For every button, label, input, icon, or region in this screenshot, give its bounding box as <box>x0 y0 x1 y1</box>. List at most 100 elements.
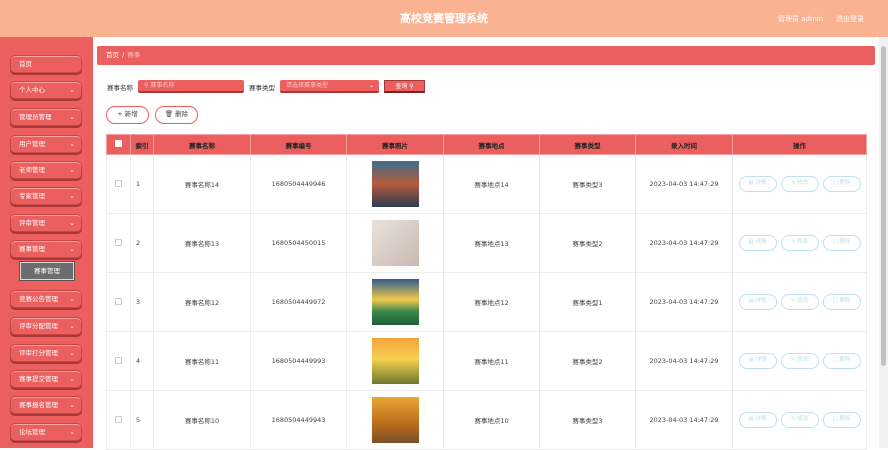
detail-button[interactable]: ▤ 详情 <box>738 353 777 369</box>
app-title: 高校竞赛管理系统 <box>400 12 488 25</box>
sidebar-item[interactable]: 首页 <box>10 55 82 73</box>
row-place: 赛事地点13 <box>443 213 540 273</box>
row-checkbox[interactable] <box>115 179 122 187</box>
search-icon: ⚲ <box>144 82 149 89</box>
row-time: 2023-04-03 14:47:29 <box>635 213 733 273</box>
sidebar-item-label: 个人中心 <box>19 86 45 94</box>
search-icon: ⚲ <box>409 83 414 90</box>
breadcrumb-separator: / <box>122 51 125 59</box>
edit-button[interactable]: ✎ 修改 <box>780 412 819 428</box>
add-button[interactable]: + 新增 <box>106 106 149 124</box>
detail-button[interactable]: ▤ 详情 <box>738 412 777 428</box>
sidebar-item[interactable]: 论坛管理 ⌄ <box>10 423 82 441</box>
edit-button[interactable]: ✎ 修改 <box>780 235 819 251</box>
row-photo-cell <box>346 272 444 332</box>
sidebar-item[interactable]: 老师管理 ⌄ <box>10 161 82 179</box>
scrollbar-thumb[interactable] <box>881 46 886 366</box>
delete-button[interactable]: □ 删除 <box>822 412 861 428</box>
row-type: 赛事类型1 <box>539 272 636 332</box>
row-index: 3 <box>130 272 154 332</box>
select-all-cell[interactable] <box>106 134 131 155</box>
row-actions: ▤ 详情 ✎ 修改 □ 删除 <box>732 331 867 391</box>
sidebar-item[interactable]: 赛事报名管理 ⌄ <box>10 396 82 414</box>
row-place: 赛事地点14 <box>443 154 540 214</box>
sidebar-item-label: 评审管理 <box>19 219 45 227</box>
breadcrumb-home[interactable]: 首页 <box>106 51 119 59</box>
row-name: 赛事名称14 <box>153 154 251 214</box>
sidebar-item-label: 论坛管理 <box>19 428 45 436</box>
row-place: 赛事地点10 <box>443 390 540 450</box>
event-photo[interactable] <box>371 338 419 384</box>
sidebar-item-label: 评审分配管理 <box>19 322 58 330</box>
delete-label: 删除 <box>839 180 851 186</box>
sidebar-item[interactable]: 管理员管理 ⌄ <box>10 108 82 126</box>
row-checkbox[interactable] <box>115 297 122 305</box>
top-bar: 高校竞赛管理系统 管理员 admin 退出登录 <box>0 0 888 37</box>
header-time[interactable]: 录入时间 <box>635 134 733 155</box>
row-checkbox[interactable] <box>115 415 122 423</box>
row-select-cell[interactable] <box>106 390 131 450</box>
table-row: 1 赛事名称14 1680504449946 赛事地点14 赛事类型3 2023-04-0… <box>106 154 867 214</box>
logout-link[interactable]: 退出登录 <box>836 14 864 24</box>
row-checkbox[interactable] <box>115 356 122 364</box>
delete-button[interactable]: □ 删除 <box>822 235 861 251</box>
table-row: 5 赛事名称10 1680504449943 赛事地点10 赛事类型3 2023-04-0… <box>106 390 867 450</box>
delete-label: 删除 <box>175 110 189 118</box>
detail-button[interactable]: ▤ 详情 <box>738 235 777 251</box>
edit-label: 修改 <box>797 239 809 245</box>
sidebar-item[interactable]: 个人中心 ⌄ <box>10 81 82 99</box>
edit-button[interactable]: ✎ 修改 <box>780 353 819 369</box>
delete-button[interactable]: □ 删除 <box>822 353 861 369</box>
query-label: 查询 <box>395 83 408 90</box>
row-code: 1680504449946 <box>250 154 347 214</box>
delete-button[interactable]: □ 删除 <box>822 294 861 310</box>
row-actions: ▤ 详情 ✎ 修改 □ 删除 <box>732 272 867 332</box>
header-name[interactable]: 赛事名称 <box>153 134 251 155</box>
row-time: 2023-04-03 14:47:29 <box>635 272 733 332</box>
edit-button[interactable]: ✎ 修改 <box>780 176 819 192</box>
edit-label: 修改 <box>797 180 809 186</box>
delete-button[interactable]: □ 删除 <box>822 176 861 192</box>
sidebar-item[interactable]: 赛事管理 ⌄ <box>10 240 82 258</box>
type-select[interactable]: 请选择赛事类型 ⌄ <box>280 80 379 93</box>
select-all-checkbox[interactable] <box>115 140 122 147</box>
trash-icon: □ <box>832 416 838 422</box>
row-select-cell[interactable] <box>106 154 131 214</box>
name-search-input[interactable]: ⚲ 赛事名称 <box>138 80 244 93</box>
header-type[interactable]: 赛事类型 <box>539 134 636 155</box>
sidebar-subitem-active[interactable]: 赛事管理 <box>20 262 74 280</box>
sidebar-item[interactable]: 专家管理 ⌄ <box>10 187 82 205</box>
chevron-down-icon: ⌄ <box>69 375 75 383</box>
header-place[interactable]: 赛事地点 <box>443 134 540 155</box>
sidebar-item[interactable]: 评审管理 ⌄ <box>10 214 82 232</box>
batch-delete-button[interactable]: 🗑 删除 <box>155 106 198 124</box>
event-photo[interactable] <box>371 161 419 207</box>
event-photo[interactable] <box>371 279 419 325</box>
query-button[interactable]: 查询 ⚲ <box>384 80 425 93</box>
sidebar-item[interactable]: 赛事提交管理 ⌄ <box>10 370 82 388</box>
detail-button[interactable]: ▤ 详情 <box>738 294 777 310</box>
row-select-cell[interactable] <box>106 272 131 332</box>
row-actions: ▤ 详情 ✎ 修改 □ 删除 <box>732 213 867 273</box>
sidebar-item[interactable]: 用户管理 ⌄ <box>10 135 82 153</box>
detail-label: 详情 <box>755 298 767 304</box>
row-code: 1680504449993 <box>250 331 347 391</box>
sidebar-item-label: 赛事提交管理 <box>19 375 58 383</box>
pencil-icon: ✎ <box>790 416 796 422</box>
row-index: 2 <box>130 213 154 273</box>
delete-label: 删除 <box>839 298 851 304</box>
row-checkbox[interactable] <box>115 238 122 246</box>
sidebar-item[interactable]: 评审打分管理 ⌄ <box>10 344 82 362</box>
name-placeholder: 赛事名称 <box>150 82 175 89</box>
row-select-cell[interactable] <box>106 213 131 273</box>
detail-button[interactable]: ▤ 详情 <box>738 176 777 192</box>
detail-label: 详情 <box>755 416 767 422</box>
sidebar-item[interactable]: 评审分配管理 ⌄ <box>10 317 82 335</box>
event-photo[interactable] <box>371 397 419 443</box>
header-code[interactable]: 赛事编号 <box>250 134 347 155</box>
event-photo[interactable] <box>371 220 419 266</box>
row-select-cell[interactable] <box>106 331 131 391</box>
edit-button[interactable]: ✎ 修改 <box>780 294 819 310</box>
row-code: 1680504449943 <box>250 390 347 450</box>
sidebar-item[interactable]: 竞赛公告管理 ⌄ <box>10 290 82 308</box>
